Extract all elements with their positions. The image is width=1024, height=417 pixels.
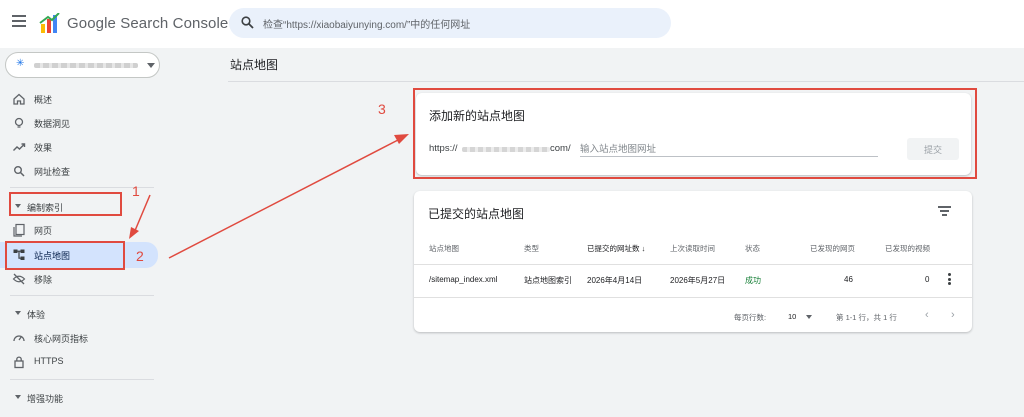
sidebar-item-url-inspection[interactable]: 网址检查 (0, 160, 158, 182)
trending-icon (13, 143, 26, 151)
chevron-left-icon[interactable]: ‹ (925, 309, 929, 321)
add-sitemap-card: 添加新的站点地图 https:// com/ 提交 (416, 93, 971, 175)
submit-button[interactable]: 提交 (907, 138, 959, 160)
section-title: 体验 (27, 310, 46, 320)
sitemap-url-prefix: https:// (429, 143, 458, 154)
sidebar-item-label: 概述 (34, 95, 53, 105)
column-header[interactable]: 上次读取时间 (670, 243, 715, 254)
divider (10, 379, 154, 380)
sitemap-url-suffix: com/ (550, 143, 571, 154)
search-icon (14, 166, 25, 177)
property-selector[interactable]: ✳ (5, 52, 160, 78)
search-console-logo (39, 13, 60, 33)
sidebar-item-pages[interactable]: 网页 (0, 219, 158, 241)
pagination-range: 第 1-1 行，共 1 行 (836, 313, 897, 322)
sidebar-item-label: 移除 (34, 275, 53, 285)
rows-per-page-select[interactable]: 10 (788, 312, 796, 321)
column-header[interactable]: 已发现的视频 (885, 243, 930, 254)
url-inspection-search[interactable]: 检查“https://xiaobaiyunying.com/”中的任何网址 (229, 8, 671, 38)
section-experience[interactable]: 体验 (0, 303, 160, 323)
column-header-sorted[interactable]: 已提交的网址数 ↓ (587, 243, 645, 254)
column-header[interactable]: 站点地图 (429, 243, 459, 254)
section-title: 编制索引 (27, 203, 64, 213)
cell-submitted-date: 2026年4月14日 (587, 276, 643, 285)
annotation-label-2: 2 (136, 248, 144, 264)
sparkle-icon: ✳ (16, 58, 25, 69)
triangle-down-icon (15, 204, 21, 208)
app-title: Google Search Console (67, 15, 229, 32)
sidebar-item-label: 网页 (34, 226, 53, 236)
column-header[interactable]: 类型 (524, 243, 539, 254)
sidebar-item-sitemaps[interactable]: 站点地图 (0, 242, 158, 268)
main-content: 站点地图 添加新的站点地图 https:// com/ 提交 已提交的站点地图 … (168, 48, 1024, 417)
pages-icon (13, 223, 25, 237)
search-icon (241, 16, 254, 29)
speed-icon (13, 335, 25, 342)
sidebar-item-label: HTTPS (34, 356, 64, 366)
chevron-down-icon (147, 63, 155, 68)
triangle-down-icon (15, 311, 21, 315)
column-header-label: 已提交的网址数 (587, 244, 640, 253)
section-title: 增强功能 (27, 394, 64, 404)
sidebar-item-https[interactable]: HTTPS (0, 351, 158, 373)
chevron-right-icon[interactable]: › (951, 309, 955, 321)
arrow-down-icon: ↓ (641, 244, 646, 253)
search-placeholder: 检查“https://xiaobaiyunying.com/”中的任何网址 (263, 20, 471, 31)
rows-per-page-label: 每页行数: (734, 313, 767, 322)
column-header[interactable]: 已发现的网页 (810, 243, 855, 254)
more-vert-icon[interactable] (948, 273, 952, 285)
sidebar-item-insights[interactable]: 数据洞见 (0, 112, 158, 134)
submitted-sitemaps-card: 已提交的站点地图 站点地图 类型 已提交的网址数 ↓ 上次读取时间 状态 已发现… (414, 191, 972, 332)
cell-pages: 46 (844, 275, 853, 284)
page-title: 站点地图 (230, 58, 279, 72)
column-header[interactable]: 状态 (745, 243, 760, 254)
annotation-label-3: 3 (378, 101, 386, 117)
cell-status: 成功 (745, 276, 761, 285)
domain-redacted (462, 147, 550, 152)
property-url-redacted (34, 63, 138, 68)
filter-icon[interactable] (938, 206, 951, 216)
menu-icon[interactable] (12, 15, 26, 29)
cell-last-read: 2026年5月27日 (670, 276, 726, 285)
divider (414, 264, 972, 265)
home-icon (13, 93, 25, 105)
triangle-down-icon (15, 395, 21, 399)
lightbulb-icon (14, 117, 24, 128)
sidebar-item-removals[interactable]: 移除 (0, 268, 158, 290)
section-enhancements[interactable]: 增强功能 (0, 387, 160, 407)
divider (414, 297, 972, 298)
sidebar-item-label: 网址检查 (34, 167, 71, 177)
submitted-sitemaps-title: 已提交的站点地图 (428, 207, 525, 221)
sitemap-icon (13, 249, 25, 260)
sidebar-item-performance[interactable]: 效果 (0, 136, 158, 158)
lock-icon (14, 356, 24, 369)
top-bar: Google Search Console 检查“https://xiaobai… (0, 0, 1024, 48)
chevron-down-icon[interactable] (806, 315, 812, 319)
divider (10, 295, 154, 296)
add-sitemap-title: 添加新的站点地图 (429, 109, 526, 123)
cell-sitemap: /sitemap_index.xml (429, 275, 498, 284)
sidebar-item-label: 核心网页指标 (34, 334, 89, 344)
cell-type: 站点地图索引 (524, 276, 572, 285)
section-indexing[interactable]: 编制索引 (0, 196, 160, 216)
sidebar: ✳ 概述 数据洞见 效果 网址检查 编制索引 网页 站点地图 移除 体验 核心网… (0, 48, 168, 417)
visibility-off-icon (12, 273, 26, 285)
annotation-label-1: 1 (132, 183, 140, 199)
divider (228, 81, 1024, 82)
cell-videos: 0 (925, 275, 930, 284)
sidebar-item-label: 数据洞见 (34, 119, 71, 129)
sidebar-item-label: 效果 (34, 143, 53, 153)
sidebar-item-overview[interactable]: 概述 (0, 88, 158, 110)
sidebar-item-core-web-vitals[interactable]: 核心网页指标 (0, 327, 158, 349)
sidebar-item-label: 站点地图 (34, 251, 71, 261)
sitemap-url-input[interactable] (580, 143, 878, 157)
